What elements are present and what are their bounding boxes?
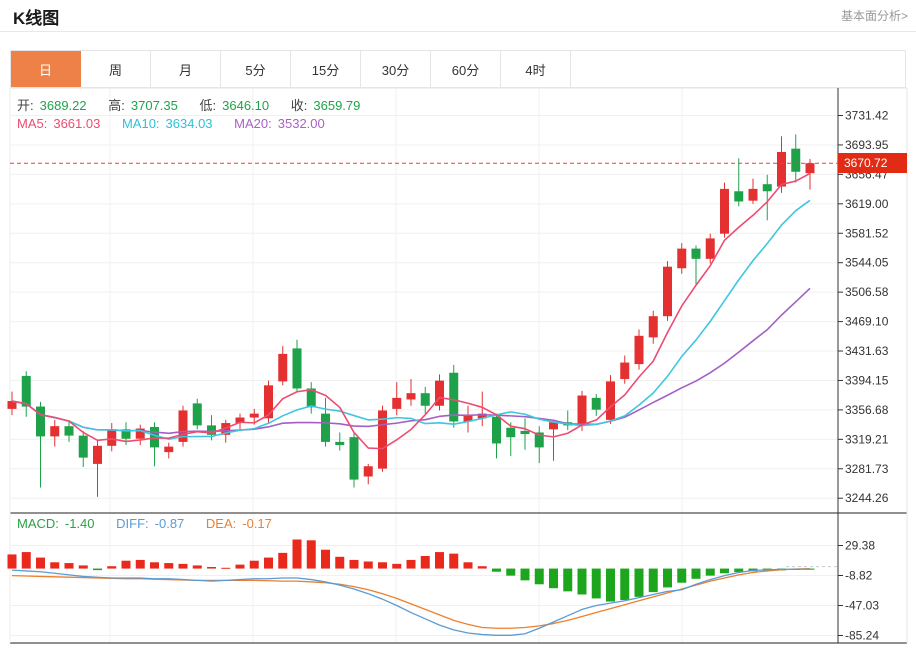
high-label: 高: xyxy=(108,98,125,113)
svg-text:3431.63: 3431.63 xyxy=(845,344,889,358)
ma5-label: MA5: xyxy=(17,116,47,131)
diff-value: -0.87 xyxy=(155,516,185,531)
ma10-label: MA10: xyxy=(122,116,160,131)
ohlc-legend: 开: 3689.22 高: 3707.35 低: 3646.10 收: 3659.79 xyxy=(17,95,366,114)
close-value: 3659.79 xyxy=(313,98,360,113)
svg-text:-85.24: -85.24 xyxy=(845,629,879,643)
macd-label: MACD: xyxy=(17,516,59,531)
svg-text:3394.15: 3394.15 xyxy=(845,373,889,387)
close-label: 收: xyxy=(291,98,308,113)
diff-label: DIFF: xyxy=(116,516,149,531)
svg-text:-47.03: -47.03 xyxy=(845,599,879,613)
low-value: 3646.10 xyxy=(222,98,269,113)
svg-text:29.38: 29.38 xyxy=(845,539,875,553)
dea-value: -0.17 xyxy=(242,516,272,531)
svg-text:3506.58: 3506.58 xyxy=(845,285,889,299)
svg-text:3469.10: 3469.10 xyxy=(845,315,889,329)
ma20-label: MA20: xyxy=(234,116,272,131)
kline-app: K线图 基本面分析> 日 周 月 5分 15分 30分 60分 4时 3731.… xyxy=(0,0,916,648)
svg-text:-8.82: -8.82 xyxy=(845,569,873,583)
high-value: 3707.35 xyxy=(131,98,178,113)
svg-text:3619.00: 3619.00 xyxy=(845,197,889,211)
current-price-tag: 3670.72 xyxy=(838,153,907,173)
ma10-value: 3634.03 xyxy=(166,116,213,131)
svg-text:3544.05: 3544.05 xyxy=(845,256,889,270)
ma5-value: 3661.03 xyxy=(53,116,100,131)
svg-text:3731.42: 3731.42 xyxy=(845,109,889,123)
svg-text:3319.21: 3319.21 xyxy=(845,432,889,446)
macd-value: -1.40 xyxy=(65,516,95,531)
svg-text:3356.68: 3356.68 xyxy=(845,403,889,417)
open-label: 开: xyxy=(17,98,34,113)
svg-text:3244.26: 3244.26 xyxy=(845,491,889,505)
svg-text:3693.95: 3693.95 xyxy=(845,138,889,152)
ma20-value: 3532.00 xyxy=(278,116,325,131)
macd-legend: MACD: -1.40 DIFF: -0.87 DEA: -0.17 xyxy=(17,516,278,531)
dea-label: DEA: xyxy=(206,516,236,531)
svg-text:3281.73: 3281.73 xyxy=(845,462,889,476)
open-value: 3689.22 xyxy=(40,98,87,113)
svg-text:3581.52: 3581.52 xyxy=(845,226,889,240)
low-label: 低: xyxy=(200,98,217,113)
ma-legend: MA5: 3661.03 MA10: 3634.03 MA20: 3532.00 xyxy=(17,116,331,131)
